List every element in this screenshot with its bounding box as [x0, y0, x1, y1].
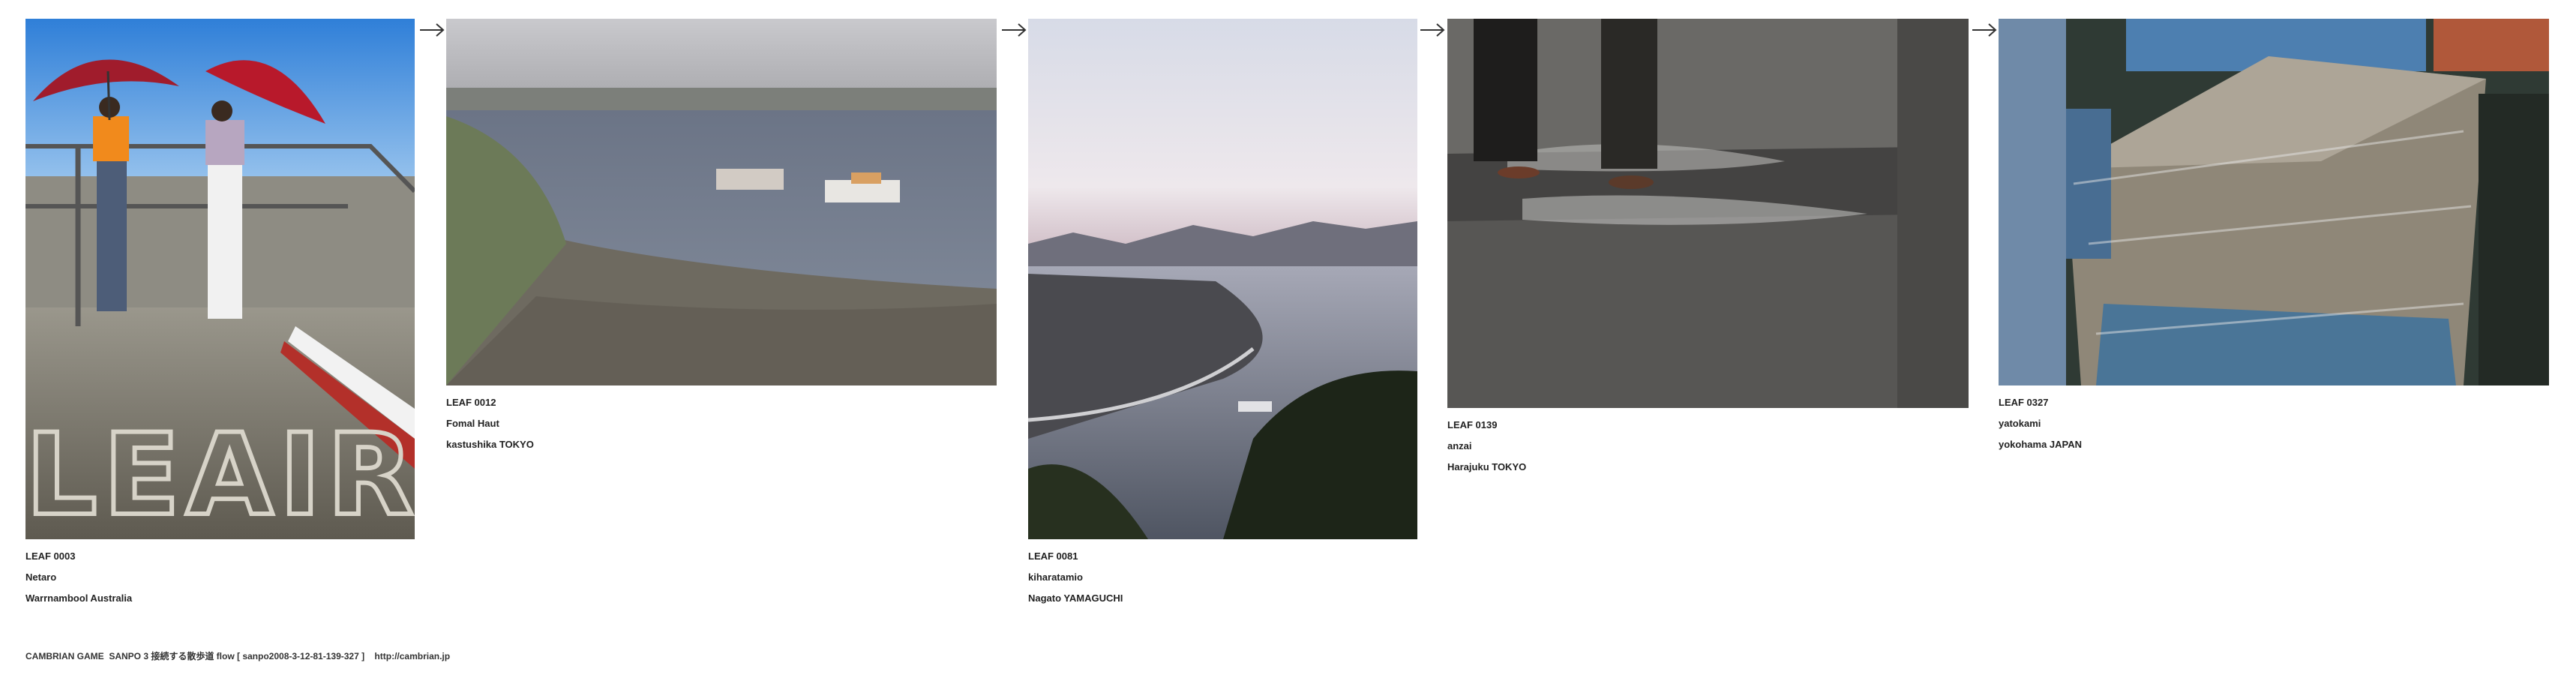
photo-wet-pavement-feet[interactable] — [1447, 19, 1969, 408]
leaf-author: yatokami — [1999, 418, 2041, 429]
leaf-id-link[interactable]: LEAF 0327 — [1999, 398, 2549, 418]
leaf-card-0012[interactable]: LEAF 0012 Fomal Haut kastushika TOKYO — [446, 19, 997, 460]
leaf-caption: LEAF 0139 anzai Harajuku TOKYO — [1447, 420, 1969, 483]
leaf-place: Warrnambool Australia — [25, 592, 133, 604]
leaf-place: Nagato YAMAGUCHI — [1028, 592, 1123, 604]
leaf-id-link[interactable]: LEAF 0003 — [25, 551, 415, 572]
leaf-card-0139[interactable]: LEAF 0139 anzai Harajuku TOKYO — [1447, 19, 1969, 483]
leaf-id-link[interactable]: LEAF 0012 — [446, 398, 997, 418]
wall-painted-letters: LEAIR — [25, 410, 415, 539]
leaf-card-0081[interactable]: LEAF 0081 kiharatamio Nagato YAMAGUCHI — [1028, 19, 1417, 614]
flow-arrow-icon — [1000, 21, 1027, 39]
photo-wrapped-crates[interactable] — [1999, 19, 2549, 386]
leaf-id-link[interactable]: LEAF 0081 — [1028, 551, 1417, 572]
flow-arrow-icon — [1971, 21, 1998, 39]
photo-umbrellas-seawall[interactable]: LEAIR — [25, 19, 415, 539]
leaf-author: Fomal Haut — [446, 418, 499, 429]
flow-arrow-icon — [1419, 21, 1446, 39]
site-footer[interactable]: CAMBRIAN GAME SANPO 3 接続する散歩道 flow [ san… — [25, 650, 450, 662]
leaf-caption: LEAF 0327 yatokami yokohama JAPAN — [1999, 398, 2549, 460]
leaf-caption: LEAF 0012 Fomal Haut kastushika TOKYO — [446, 398, 997, 460]
leaf-id-link[interactable]: LEAF 0139 — [1447, 420, 1969, 441]
leaf-author: anzai — [1447, 440, 1472, 452]
leaf-caption: LEAF 0081 kiharatamio Nagato YAMAGUCHI — [1028, 551, 1417, 614]
leaf-card-0327[interactable]: LEAF 0327 yatokami yokohama JAPAN — [1999, 19, 2549, 460]
flow-arrow-icon — [418, 21, 445, 39]
leaf-author: kiharatamio — [1028, 572, 1083, 583]
leaf-card-0003[interactable]: LEAIR LEAF 0003 Netaro Warrnambool Austr… — [25, 19, 415, 614]
leaf-place: yokohama JAPAN — [1999, 439, 2083, 450]
leaf-caption: LEAF 0003 Netaro Warrnambool Australia — [25, 551, 415, 614]
photo-river-boats[interactable] — [446, 19, 997, 386]
leaf-place: Harajuku TOKYO — [1447, 461, 1527, 472]
leaf-author: Netaro — [25, 572, 57, 583]
leaf-place: kastushika TOKYO — [446, 439, 534, 450]
photo-coastal-town-dusk[interactable] — [1028, 19, 1417, 539]
